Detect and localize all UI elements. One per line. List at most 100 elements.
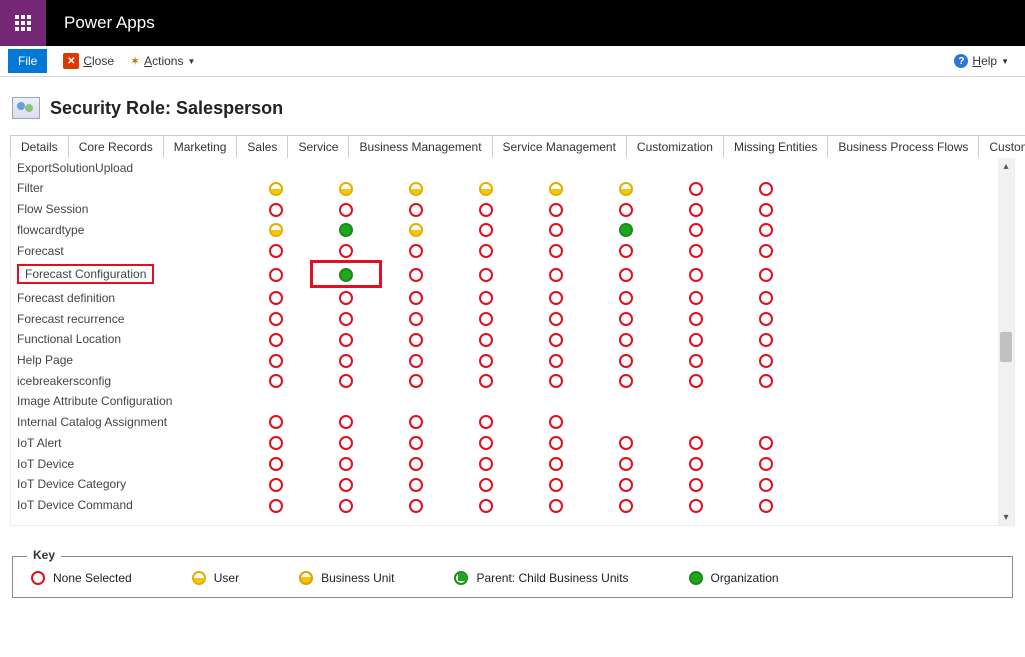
privilege-cell[interactable] bbox=[451, 391, 521, 411]
privilege-cell[interactable] bbox=[451, 411, 521, 432]
privilege-cell[interactable] bbox=[731, 453, 801, 474]
privilege-cell[interactable] bbox=[661, 287, 731, 308]
privilege-cell[interactable] bbox=[591, 178, 661, 199]
privilege-cell[interactable] bbox=[311, 495, 381, 516]
privilege-cell[interactable] bbox=[661, 199, 731, 220]
privilege-cell[interactable] bbox=[311, 371, 381, 392]
privilege-cell[interactable] bbox=[661, 220, 731, 241]
privilege-cell[interactable] bbox=[521, 220, 591, 241]
privilege-cell[interactable] bbox=[521, 350, 591, 371]
privilege-cell[interactable] bbox=[731, 199, 801, 220]
privilege-cell[interactable] bbox=[241, 329, 311, 350]
privilege-cell[interactable] bbox=[591, 474, 661, 495]
privilege-cell[interactable] bbox=[241, 432, 311, 453]
privilege-cell[interactable] bbox=[661, 371, 731, 392]
privilege-cell[interactable] bbox=[521, 261, 591, 287]
privilege-cell[interactable] bbox=[241, 350, 311, 371]
privilege-cell[interactable] bbox=[381, 329, 451, 350]
tab-missing-entities[interactable]: Missing Entities bbox=[723, 135, 828, 158]
privilege-cell[interactable] bbox=[731, 391, 801, 411]
privilege-cell[interactable] bbox=[661, 411, 731, 432]
privilege-cell[interactable] bbox=[451, 329, 521, 350]
privilege-cell[interactable] bbox=[241, 495, 311, 516]
scroll-up-icon[interactable]: ▴ bbox=[998, 158, 1014, 174]
privilege-cell[interactable] bbox=[521, 391, 591, 411]
tab-business-process-flows[interactable]: Business Process Flows bbox=[827, 135, 979, 158]
privilege-cell[interactable] bbox=[591, 308, 661, 329]
privilege-cell[interactable] bbox=[661, 391, 731, 411]
privilege-cell[interactable] bbox=[661, 308, 731, 329]
tab-details[interactable]: Details bbox=[10, 135, 69, 158]
privilege-cell[interactable] bbox=[451, 287, 521, 308]
privilege-cell[interactable] bbox=[521, 411, 591, 432]
privilege-cell[interactable] bbox=[381, 432, 451, 453]
privilege-cell[interactable] bbox=[591, 411, 661, 432]
tab-customization[interactable]: Customization bbox=[626, 135, 724, 158]
privilege-cell[interactable] bbox=[381, 474, 451, 495]
privilege-cell[interactable] bbox=[521, 199, 591, 220]
privilege-cell[interactable] bbox=[521, 329, 591, 350]
scrollbar-track[interactable] bbox=[998, 174, 1014, 509]
privilege-cell[interactable] bbox=[731, 158, 801, 178]
privilege-cell[interactable] bbox=[661, 329, 731, 350]
privilege-cell[interactable] bbox=[451, 495, 521, 516]
privilege-cell[interactable] bbox=[661, 432, 731, 453]
privilege-cell[interactable] bbox=[241, 308, 311, 329]
privilege-cell[interactable] bbox=[661, 240, 731, 261]
privilege-cell[interactable] bbox=[661, 178, 731, 199]
privilege-cell[interactable] bbox=[731, 287, 801, 308]
privilege-cell[interactable] bbox=[521, 453, 591, 474]
privilege-cell[interactable] bbox=[311, 220, 381, 241]
privilege-cell[interactable] bbox=[311, 178, 381, 199]
privilege-cell[interactable] bbox=[381, 411, 451, 432]
privilege-cell[interactable] bbox=[451, 474, 521, 495]
privilege-cell[interactable] bbox=[591, 371, 661, 392]
privilege-cell[interactable] bbox=[241, 371, 311, 392]
privilege-cell[interactable] bbox=[731, 240, 801, 261]
privilege-cell[interactable] bbox=[381, 350, 451, 371]
privilege-cell[interactable] bbox=[381, 240, 451, 261]
privilege-cell[interactable] bbox=[731, 178, 801, 199]
privilege-cell[interactable] bbox=[731, 371, 801, 392]
privilege-cell[interactable] bbox=[521, 158, 591, 178]
privilege-cell[interactable] bbox=[521, 432, 591, 453]
privilege-cell[interactable] bbox=[591, 220, 661, 241]
privilege-cell[interactable] bbox=[311, 329, 381, 350]
privilege-cell[interactable] bbox=[591, 495, 661, 516]
privilege-cell[interactable] bbox=[451, 199, 521, 220]
privilege-cell[interactable] bbox=[311, 474, 381, 495]
privilege-cell[interactable] bbox=[661, 158, 731, 178]
privilege-cell[interactable] bbox=[521, 308, 591, 329]
tab-sales[interactable]: Sales bbox=[236, 135, 288, 158]
privilege-cell[interactable] bbox=[731, 495, 801, 516]
privilege-cell[interactable] bbox=[381, 178, 451, 199]
privilege-cell[interactable] bbox=[311, 350, 381, 371]
privilege-cell[interactable] bbox=[521, 474, 591, 495]
privilege-cell[interactable] bbox=[381, 199, 451, 220]
privilege-cell[interactable] bbox=[241, 261, 311, 287]
privilege-cell[interactable] bbox=[241, 411, 311, 432]
privilege-cell[interactable] bbox=[241, 453, 311, 474]
privilege-cell[interactable] bbox=[591, 287, 661, 308]
privilege-cell[interactable] bbox=[731, 411, 801, 432]
privilege-cell[interactable] bbox=[241, 240, 311, 261]
privilege-cell[interactable] bbox=[451, 240, 521, 261]
scroll-down-icon[interactable]: ▾ bbox=[998, 509, 1014, 525]
privilege-cell[interactable] bbox=[311, 158, 381, 178]
privilege-cell[interactable] bbox=[521, 371, 591, 392]
tab-core-records[interactable]: Core Records bbox=[68, 135, 164, 158]
privilege-cell[interactable] bbox=[241, 474, 311, 495]
privilege-cell[interactable] bbox=[381, 371, 451, 392]
scrollbar-thumb[interactable] bbox=[1000, 332, 1012, 362]
privilege-cell[interactable] bbox=[311, 199, 381, 220]
privilege-cell[interactable] bbox=[731, 329, 801, 350]
tab-service[interactable]: Service bbox=[287, 135, 349, 158]
privilege-cell[interactable] bbox=[731, 308, 801, 329]
privilege-cell[interactable] bbox=[451, 158, 521, 178]
privilege-cell[interactable] bbox=[241, 220, 311, 241]
privilege-cell[interactable] bbox=[241, 199, 311, 220]
privilege-cell[interactable] bbox=[591, 329, 661, 350]
actions-button[interactable]: ✶ Actions ▼ bbox=[122, 52, 203, 70]
privilege-cell[interactable] bbox=[731, 432, 801, 453]
privilege-cell[interactable] bbox=[381, 261, 451, 287]
